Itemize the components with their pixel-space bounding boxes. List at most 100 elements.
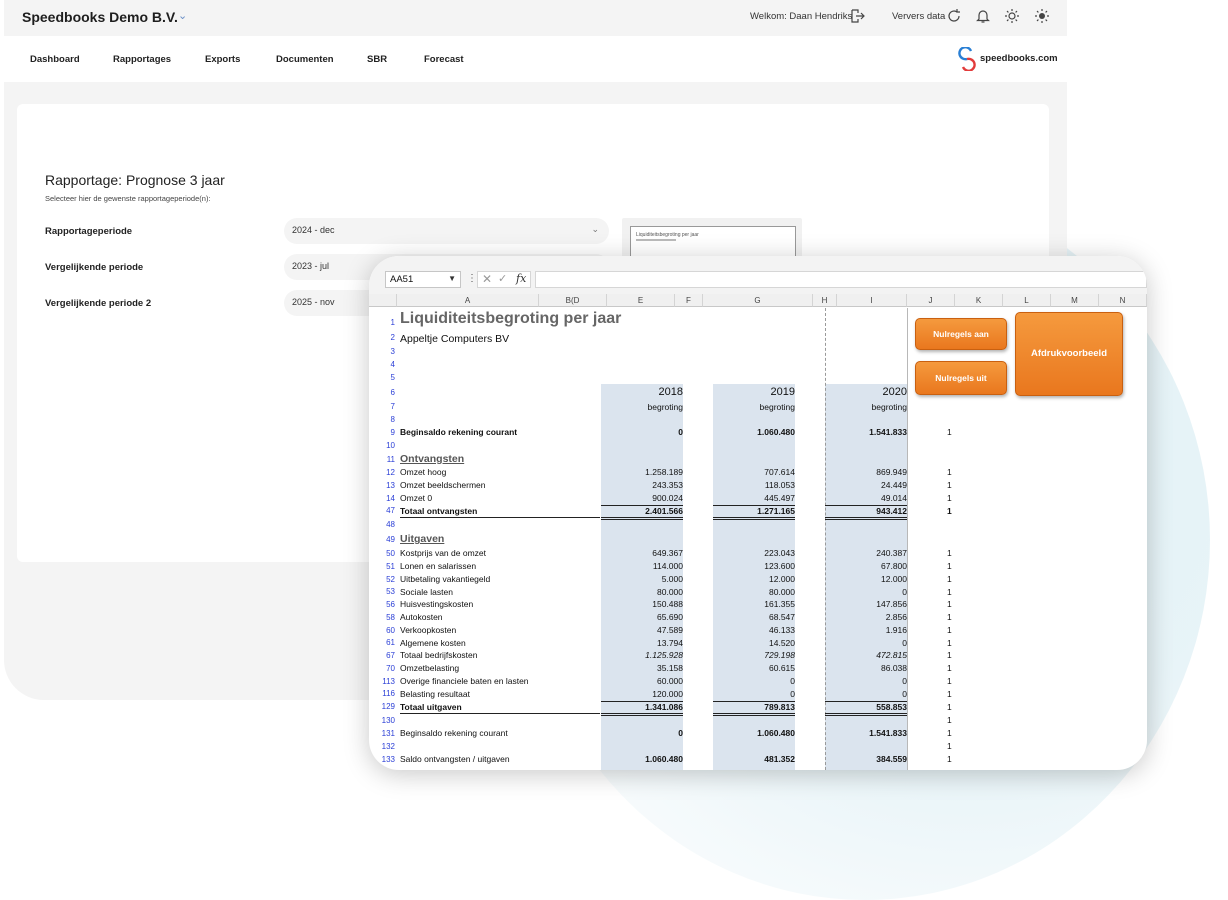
more-icon[interactable]: ⋮ (467, 273, 477, 284)
year-2019[interactable]: 2019 (713, 386, 795, 398)
flag-cell[interactable]: 1 (947, 587, 952, 597)
flag-cell[interactable]: 1 (947, 548, 952, 558)
column-header[interactable]: A (397, 294, 539, 307)
bell-icon[interactable] (975, 8, 991, 24)
row-label[interactable]: Totaal bedrijfskosten (400, 650, 478, 660)
logout-icon[interactable] (849, 8, 865, 24)
value-cell[interactable]: 13.794 (593, 638, 683, 648)
value-cell[interactable]: 120.000 (593, 689, 683, 699)
refresh-data-label[interactable]: Ververs data (892, 11, 945, 22)
select-all-corner[interactable] (369, 294, 397, 307)
value-cell[interactable]: 49.014 (817, 493, 907, 503)
row-label[interactable]: Totaal uitgaven (400, 702, 462, 712)
value-cell[interactable]: 150.488 (593, 599, 683, 609)
flag-cell[interactable]: 1 (947, 715, 952, 725)
row-label[interactable]: Huisvestingskosten (400, 599, 473, 609)
flag-cell[interactable]: 1 (947, 493, 952, 503)
value-cell[interactable]: 0 (593, 427, 683, 437)
column-header[interactable]: E (607, 294, 675, 307)
column-header[interactable]: B(D (539, 294, 607, 307)
value-cell[interactable]: 1.341.086 (593, 702, 683, 712)
row-label[interactable]: Algemene kosten (400, 638, 466, 648)
column-header[interactable]: M (1051, 294, 1099, 307)
year-2020[interactable]: 2020 (825, 386, 907, 398)
value-cell[interactable]: 1.060.480 (593, 754, 683, 764)
row-number[interactable]: 60 (369, 626, 397, 635)
value-cell[interactable]: 0 (817, 676, 907, 686)
column-header[interactable]: K (955, 294, 1003, 307)
section-ontvangsten[interactable]: Ontvangsten (400, 453, 464, 465)
row-label[interactable]: Belasting resultaat (400, 689, 470, 699)
company-name[interactable]: Speedbooks Demo B.V. (22, 9, 178, 25)
value-cell[interactable]: 0 (705, 689, 795, 699)
afdrukvoorbeeld-button[interactable]: Afdrukvoorbeeld (1015, 312, 1123, 396)
confirm-icon[interactable]: ✓ (498, 272, 507, 285)
value-cell[interactable]: 472.815 (817, 650, 907, 660)
value-cell[interactable]: 86.038 (817, 663, 907, 673)
row-number[interactable]: 50 (369, 549, 397, 558)
sheet-title[interactable]: Liquiditeitsbegroting per jaar (400, 310, 621, 328)
row-label[interactable]: Lonen en salarissen (400, 561, 476, 571)
value-cell[interactable]: 729.198 (705, 650, 795, 660)
row-number[interactable]: 1 (369, 318, 397, 327)
value-cell[interactable]: 114.000 (593, 561, 683, 571)
row-number[interactable]: 70 (369, 664, 397, 673)
column-header[interactable]: J (907, 294, 955, 307)
value-cell[interactable]: 12.000 (705, 574, 795, 584)
row-number[interactable]: 131 (369, 729, 397, 738)
column-header[interactable]: F (675, 294, 703, 307)
value-cell[interactable]: 35.158 (593, 663, 683, 673)
flag-cell[interactable]: 1 (947, 689, 952, 699)
flag-cell[interactable]: 1 (947, 625, 952, 635)
value-cell[interactable]: 1.541.833 (817, 728, 907, 738)
row-label[interactable]: Sociale lasten (400, 587, 453, 597)
nav-dashboard[interactable]: Dashboard (30, 54, 80, 65)
flag-cell[interactable]: 1 (947, 676, 952, 686)
value-cell[interactable]: 67.800 (817, 561, 907, 571)
value-cell[interactable]: 1.258.189 (593, 467, 683, 477)
begroting-label[interactable]: begroting (825, 402, 907, 412)
nav-forecast[interactable]: Forecast (424, 54, 464, 65)
flag-cell[interactable]: 1 (947, 728, 952, 738)
begroting-label[interactable]: begroting (713, 402, 795, 412)
value-cell[interactable]: 0 (817, 587, 907, 597)
column-header[interactable]: L (1003, 294, 1051, 307)
nulregels-uit-button[interactable]: Nulregels uit (915, 361, 1007, 395)
value-cell[interactable]: 65.690 (593, 612, 683, 622)
row-number[interactable]: 6 (369, 388, 397, 397)
row-label[interactable]: Saldo ontvangsten / uitgaven (400, 754, 510, 764)
row-number[interactable]: 132 (369, 742, 397, 751)
value-cell[interactable]: 1.125.928 (593, 650, 683, 660)
value-cell[interactable]: 0 (593, 728, 683, 738)
flag-cell[interactable]: 1 (947, 638, 952, 648)
row-number[interactable]: 12 (369, 468, 397, 477)
value-cell[interactable]: 384.559 (817, 754, 907, 764)
flag-cell[interactable]: 1 (947, 702, 952, 712)
value-cell[interactable]: 0 (817, 689, 907, 699)
flag-cell[interactable]: 1 (947, 480, 952, 490)
nav-sbr[interactable]: SBR (367, 54, 387, 65)
cancel-icon[interactable]: ✕ (482, 272, 492, 286)
flag-cell[interactable]: 1 (947, 599, 952, 609)
value-cell[interactable]: 481.352 (705, 754, 795, 764)
row-label[interactable]: Uitbetaling vakantiegeld (400, 574, 490, 584)
value-cell[interactable]: 869.949 (817, 467, 907, 477)
value-cell[interactable]: 1.271.165 (705, 506, 795, 516)
value-cell[interactable]: 14.520 (705, 638, 795, 648)
row-number[interactable]: 2 (369, 333, 397, 342)
row-number[interactable]: 5 (369, 373, 397, 382)
value-cell[interactable]: 1.060.480 (705, 427, 795, 437)
chevron-down-icon[interactable]: ▼ (448, 274, 456, 283)
value-cell[interactable]: 1.060.480 (705, 728, 795, 738)
name-box[interactable]: AA51 ▼ (385, 271, 461, 288)
value-cell[interactable]: 80.000 (593, 587, 683, 597)
value-cell[interactable]: 161.355 (705, 599, 795, 609)
row-number[interactable]: 52 (369, 575, 397, 584)
flag-cell[interactable]: 1 (947, 467, 952, 477)
value-cell[interactable]: 0 (705, 676, 795, 686)
row-label[interactable]: Omzet beeldschermen (400, 480, 486, 490)
column-header[interactable]: I (837, 294, 907, 307)
row-number[interactable]: 7 (369, 402, 397, 411)
flag-cell[interactable]: 1 (947, 741, 952, 751)
value-cell[interactable]: 943.412 (817, 506, 907, 516)
